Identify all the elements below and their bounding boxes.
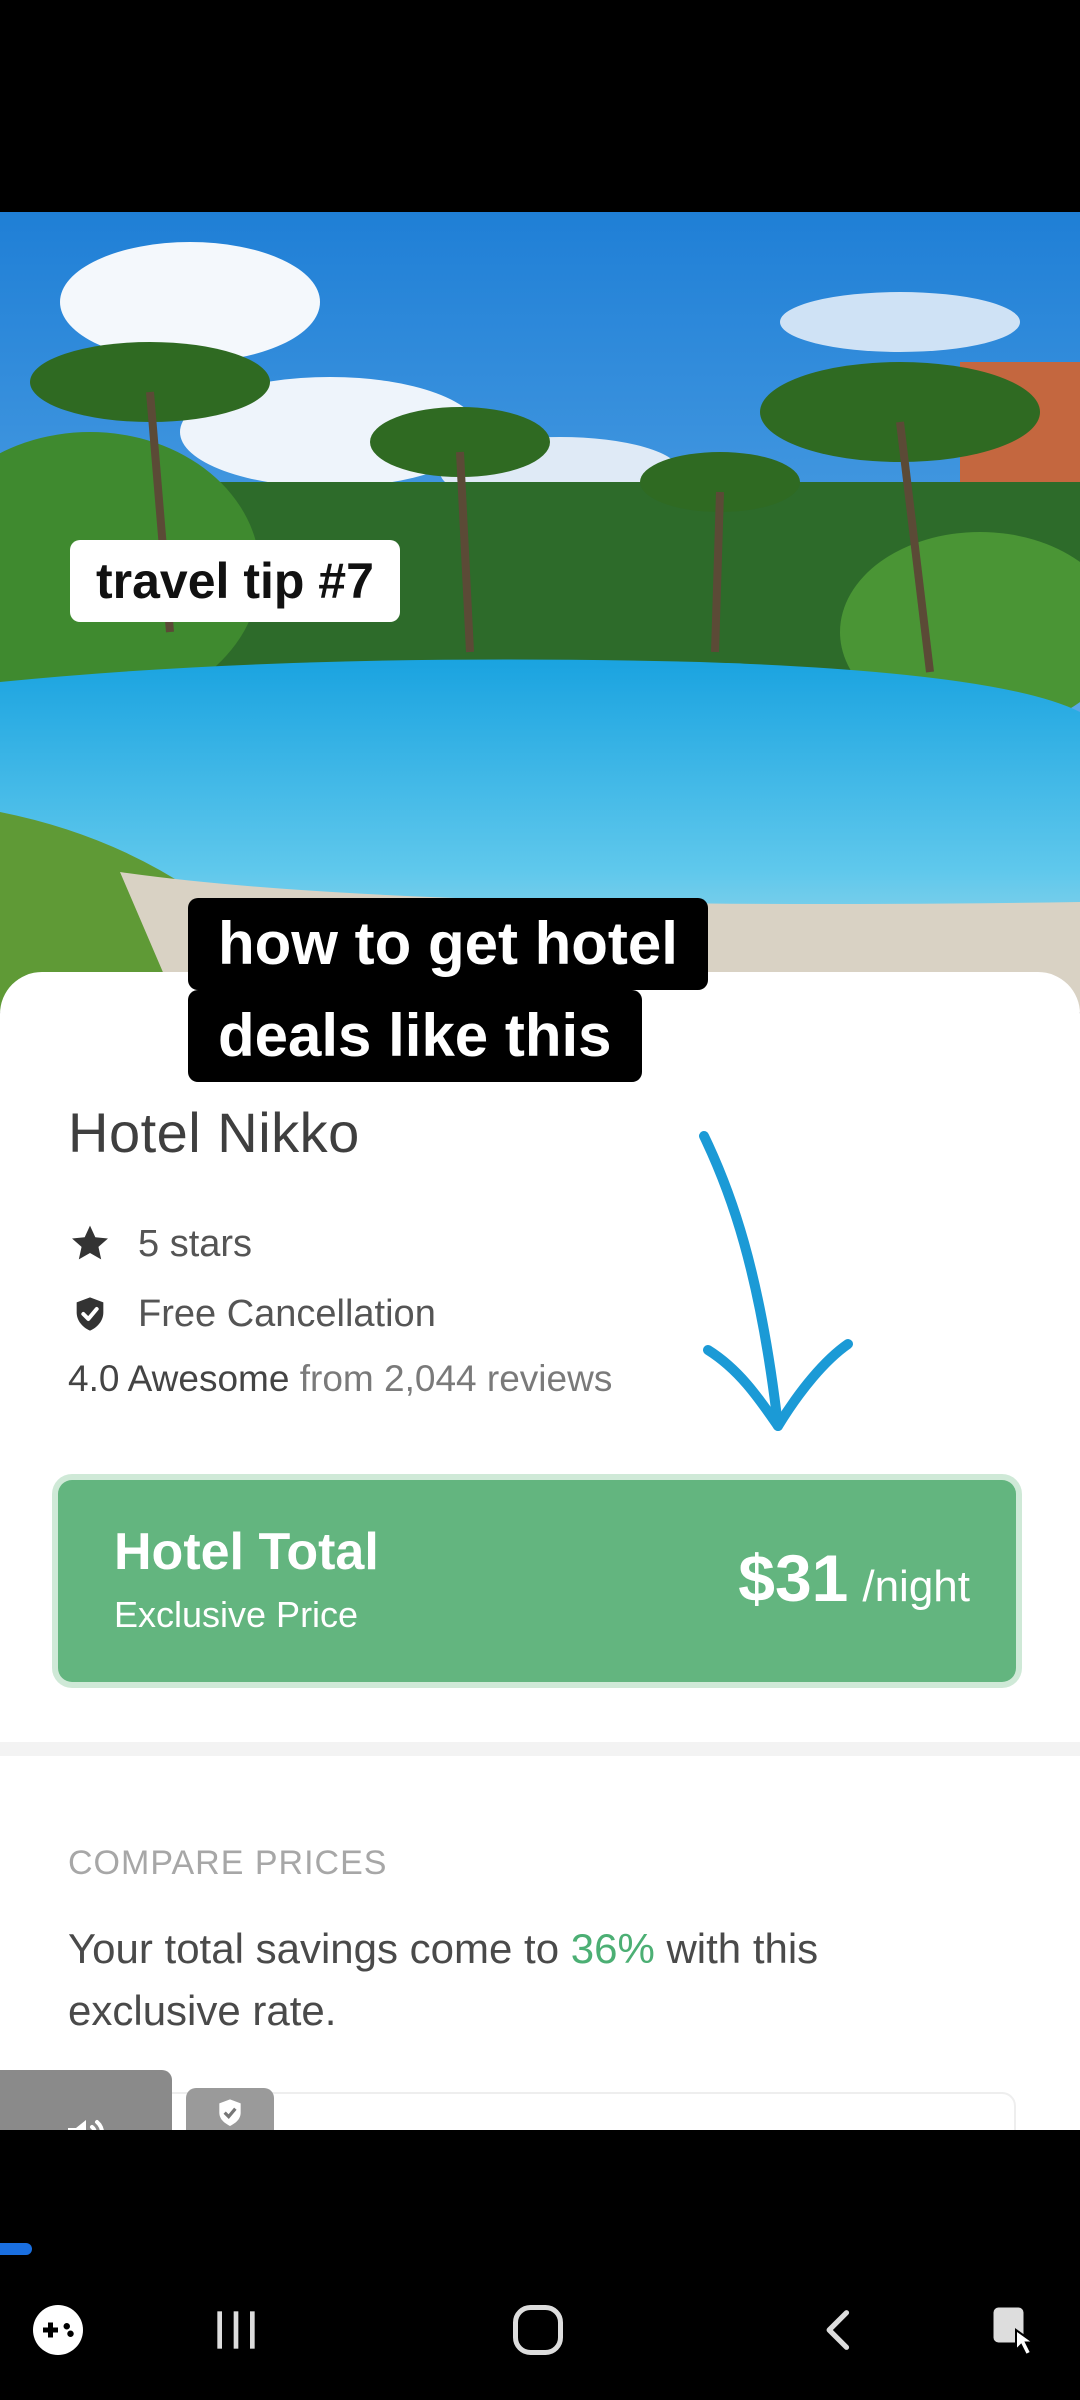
savings-text: Your total savings come to 36% with this… (68, 1918, 998, 2042)
price-unit: /night (862, 1562, 970, 1611)
recent-apps-icon[interactable] (186, 2280, 286, 2380)
accessibility-icon[interactable] (966, 2280, 1066, 2380)
rating-suffix: from 2,044 reviews (299, 1358, 613, 1399)
video-progress-bar[interactable] (0, 2243, 32, 2255)
video-controls (0, 2070, 1080, 2176)
home-icon[interactable] (488, 2280, 588, 2380)
savings-prefix: Your total savings come to (68, 1925, 560, 1972)
rating-score: 4.0 Awesome (68, 1358, 290, 1399)
headline-caption-line2: deals like this (188, 990, 642, 1082)
top-black-bar (0, 0, 1080, 212)
cancellation-label: Free Cancellation (138, 1292, 436, 1335)
back-icon[interactable] (790, 2280, 890, 2380)
total-price: $31 /night (738, 1540, 970, 1616)
arrow-annotation (699, 1131, 853, 1431)
hotel-total-button[interactable]: Hotel Total Exclusive Price $31 /night (58, 1480, 1016, 1682)
section-divider (0, 1742, 1080, 1756)
system-nav-bar (0, 2280, 1080, 2380)
tip-caption: travel tip #7 (70, 540, 400, 622)
headline-caption-line1: how to get hotel (188, 898, 708, 990)
rating-summary: 4.0 Awesome from 2,044 reviews (68, 1358, 612, 1400)
hotel-name: Hotel Nikko (68, 1101, 360, 1164)
hotel-card: Hotel Nikko 5 stars Free Cancellation 4.… (0, 972, 1080, 2130)
star-icon (68, 1222, 112, 1266)
cancellation-row: Free Cancellation (68, 1292, 436, 1336)
stars-row: 5 stars (68, 1222, 252, 1266)
price-amount: $31 (738, 1541, 849, 1615)
savings-percent: 36% (570, 1925, 655, 1972)
game-controller-icon[interactable] (8, 2280, 108, 2380)
shield-check-icon (68, 1292, 112, 1336)
total-title: Hotel Total (114, 1523, 379, 1581)
compare-heading: COMPARE PRICES (68, 1844, 388, 1882)
total-subtitle: Exclusive Price (114, 1594, 359, 1635)
stars-label: 5 stars (138, 1222, 253, 1265)
